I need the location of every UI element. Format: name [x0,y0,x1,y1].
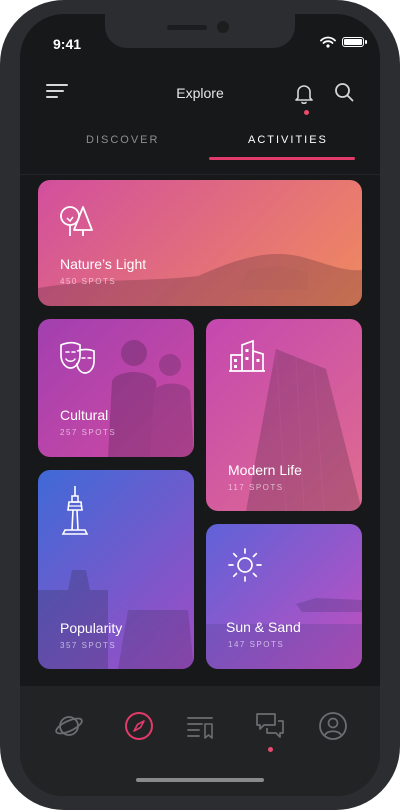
wifi-icon [320,36,336,48]
card-title: Popularity [60,620,123,636]
home-indicator[interactable] [136,778,264,782]
bookmarks-icon[interactable] [185,711,215,741]
buildings-icon [229,339,265,372]
speaker [167,25,207,30]
tower-icon [61,486,89,535]
card-sun-and-sand[interactable]: Sun & Sand 147 SPOTS [206,524,362,669]
card-title: Cultural [60,407,109,423]
sun-icon [228,548,262,582]
card-natures-light[interactable]: Nature’s Light 450 SPOTS [38,180,362,306]
card-modern-life[interactable]: Modern Life 117 SPOTS [206,319,362,511]
card-spots: 257 SPOTS [60,428,117,437]
card-popularity[interactable]: Popularity 357 SPOTS [38,470,194,669]
card-background-image [38,254,362,306]
status-time: 9:41 [53,36,82,52]
battery-icon [342,37,367,47]
messages-icon[interactable] [255,711,285,741]
bell-icon[interactable] [294,83,314,105]
phone-frame: 9:41 Explore DISCOVER ACTIVITIES Nature’… [0,0,400,810]
theater-masks-icon [60,341,95,374]
card-spots: 147 SPOTS [228,640,285,649]
card-cultural[interactable]: Cultural 257 SPOTS [38,319,194,457]
notification-dot [304,110,309,115]
mute-switch [0,130,2,160]
card-spots: 357 SPOTS [60,641,117,650]
tab-activities[interactable]: ACTIVITIES [248,134,328,146]
profile-icon[interactable] [318,711,348,741]
tab-bar: DISCOVER ACTIVITIES [20,124,380,175]
compass-icon[interactable] [124,711,154,741]
volume-up-button [0,185,2,245]
active-tab-indicator [209,157,355,160]
header: Explore [20,74,380,115]
page-title: Explore [176,85,224,101]
tab-discover[interactable]: DISCOVER [86,134,159,146]
search-icon[interactable] [333,81,355,103]
front-camera [217,21,229,33]
explore-planet-icon[interactable] [54,711,84,741]
notch [105,14,295,48]
messages-badge [268,747,273,752]
card-title: Sun & Sand [226,619,301,635]
card-spots: 450 SPOTS [60,277,117,286]
screen: 9:41 Explore DISCOVER ACTIVITIES Nature’… [20,14,380,796]
card-title: Modern Life [228,462,302,478]
card-spots: 117 SPOTS [228,483,284,492]
trees-icon [60,206,93,236]
status-icons [320,36,367,48]
volume-down-button [0,262,2,322]
card-title: Nature’s Light [60,256,147,272]
